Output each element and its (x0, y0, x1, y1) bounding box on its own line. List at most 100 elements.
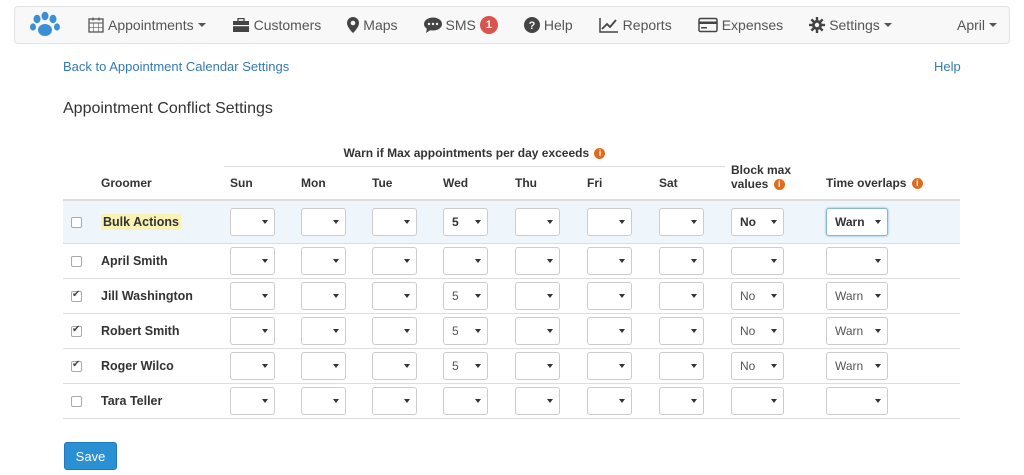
user-name: April (956, 17, 985, 33)
groomer-name: Robert Smith (101, 323, 180, 338)
caret-down-icon (475, 219, 481, 224)
row-checkbox[interactable] (71, 359, 82, 372)
info-icon[interactable]: i (911, 177, 923, 189)
day-cell (437, 382, 509, 419)
max-appointments-select-wed[interactable] (443, 246, 488, 275)
groomer-row: April Smith (63, 242, 960, 278)
max-appointments-select-fri[interactable] (587, 351, 632, 380)
row-checkbox[interactable] (71, 289, 82, 302)
day-cell (224, 347, 295, 383)
nav-item-appointments[interactable]: Appointments (75, 7, 219, 43)
max-appointments-select-thu[interactable] (515, 246, 560, 275)
row-checkbox[interactable] (71, 217, 82, 229)
caret-down-icon (475, 363, 481, 368)
max-appointments-select-tue[interactable] (372, 207, 417, 236)
max-appointments-select-mon[interactable] (301, 386, 346, 415)
max-appointments-select-thu[interactable] (515, 207, 560, 236)
credit-card-icon (697, 17, 722, 33)
max-appointments-select-wed[interactable] (443, 386, 488, 415)
max-appointments-select-sun[interactable] (230, 316, 275, 345)
max-appointments-select-mon[interactable] (301, 246, 346, 275)
caret-down-icon (771, 328, 777, 333)
nav-item-expenses[interactable]: Expenses (685, 7, 796, 43)
max-appointments-select-wed[interactable]: 5 (443, 207, 488, 236)
max-appointments-select-wed[interactable]: 5 (443, 281, 488, 310)
map-marker-icon (347, 17, 363, 33)
max-appointments-select-sat[interactable] (659, 281, 704, 310)
max-appointments-select-thu[interactable] (515, 351, 560, 380)
max-appointments-select-fri[interactable] (587, 316, 632, 345)
max-appointments-select-sun[interactable] (230, 386, 275, 415)
help-link[interactable]: Help (934, 59, 961, 74)
nav-item-maps[interactable]: Maps (334, 7, 410, 43)
day-cell (653, 277, 725, 313)
time-overlaps-select[interactable] (826, 246, 888, 275)
block-max-select[interactable]: No (731, 351, 784, 380)
max-appointments-select-tue[interactable] (372, 281, 417, 310)
max-appointments-select-sun[interactable] (230, 351, 275, 380)
max-appointments-select-mon[interactable] (301, 281, 346, 310)
day-cell (295, 242, 366, 278)
day-cell (295, 200, 366, 243)
max-appointments-select-fri[interactable] (587, 207, 632, 236)
block-max-select[interactable]: No (731, 281, 784, 310)
block-max-select[interactable] (731, 246, 784, 275)
row-checkbox-cell (63, 382, 95, 419)
row-checkbox[interactable] (71, 324, 82, 337)
max-appointments-select-sat[interactable] (659, 386, 704, 415)
time-overlaps-select[interactable]: Warn (826, 351, 888, 380)
max-appointments-select-sat[interactable] (659, 316, 704, 345)
nav-item-customers[interactable]: Customers (219, 7, 335, 43)
block-max-select[interactable]: No (731, 207, 784, 236)
time-overlaps-select[interactable]: Warn (826, 316, 888, 345)
max-appointments-select-tue[interactable] (372, 246, 417, 275)
max-appointments-select-fri[interactable] (587, 246, 632, 275)
max-appointments-select-wed[interactable]: 5 (443, 316, 488, 345)
max-appointments-select-mon[interactable] (301, 351, 346, 380)
save-button[interactable]: Save (64, 442, 117, 470)
max-appointments-select-wed[interactable]: 5 (443, 351, 488, 380)
caret-down-icon (262, 363, 268, 368)
back-link[interactable]: Back to Appointment Calendar Settings (63, 59, 289, 74)
nav-item-sms[interactable]: SMS 1 (411, 7, 511, 43)
max-appointments-select-thu[interactable] (515, 316, 560, 345)
max-appointments-select-thu[interactable] (515, 281, 560, 310)
time-overlaps-label: Time overlaps (826, 175, 907, 190)
row-checkbox[interactable] (71, 255, 82, 267)
max-appointments-select-fri[interactable] (587, 386, 632, 415)
time-overlaps-select[interactable]: Warn (826, 207, 888, 236)
info-icon[interactable]: i (594, 148, 606, 160)
max-appointments-select-sun[interactable] (230, 207, 275, 236)
block-max-select[interactable] (731, 386, 784, 415)
day-cell (509, 312, 581, 348)
max-appointments-select-fri[interactable] (587, 281, 632, 310)
day-cell: 5 (437, 200, 509, 243)
time-overlaps-select[interactable]: Warn (826, 281, 888, 310)
max-appointments-select-sat[interactable] (659, 246, 704, 275)
caret-down-icon (875, 293, 881, 298)
day-cell (581, 277, 653, 313)
caret-down-icon (262, 398, 268, 403)
nav-item-help[interactable]: ? Help (511, 7, 586, 43)
max-appointments-select-tue[interactable] (372, 316, 417, 345)
user-menu[interactable]: April (944, 7, 1009, 43)
max-appointments-select-thu[interactable] (515, 386, 560, 415)
time-overlaps-select[interactable] (826, 386, 888, 415)
max-appointments-select-sun[interactable] (230, 246, 275, 275)
paw-logo-icon[interactable] (15, 7, 75, 43)
max-appointments-select-tue[interactable] (372, 351, 417, 380)
checkbox-header (63, 166, 95, 201)
row-checkbox-cell (63, 277, 95, 313)
nav-item-reports[interactable]: Reports (586, 7, 685, 43)
nav-item-settings[interactable]: Settings (796, 7, 905, 43)
max-appointments-select-sat[interactable] (659, 351, 704, 380)
max-appointments-select-sat[interactable] (659, 207, 704, 236)
max-appointments-select-mon[interactable] (301, 316, 346, 345)
caret-down-icon (875, 328, 881, 333)
max-appointments-select-sun[interactable] (230, 281, 275, 310)
max-appointments-select-tue[interactable] (372, 386, 417, 415)
row-checkbox[interactable] (71, 395, 82, 407)
max-appointments-select-mon[interactable] (301, 207, 346, 236)
info-icon[interactable]: i (773, 179, 785, 191)
block-max-select[interactable]: No (731, 316, 784, 345)
